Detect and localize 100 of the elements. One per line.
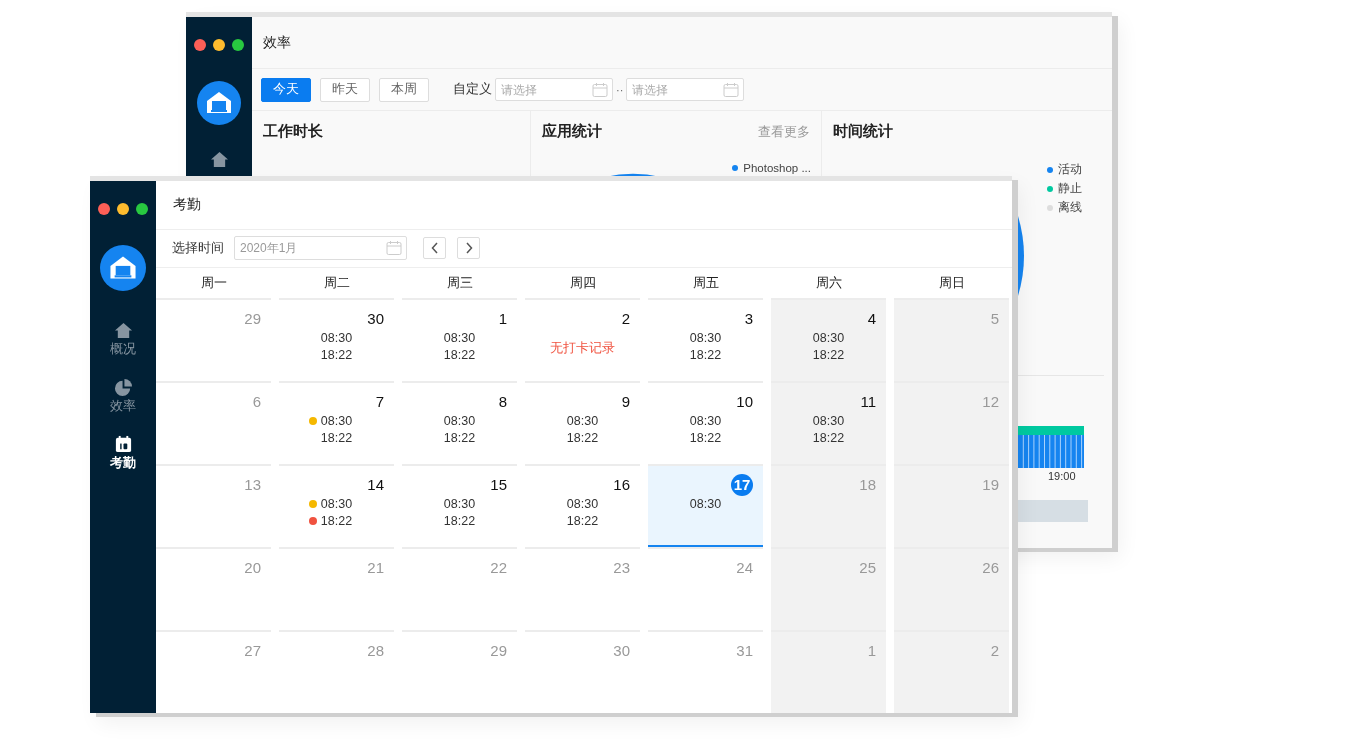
bar-chart-drawing (1018, 426, 1084, 468)
calendar-day-cell[interactable]: 31 (648, 630, 763, 713)
calendar-day-cell[interactable]: 4 08:30 18:22 (771, 298, 886, 381)
zoom-button[interactable] (232, 39, 244, 51)
punch-time: 18:22 (812, 431, 845, 445)
punch-time: 08:30 (566, 497, 599, 511)
panel-title: 应用统计 (542, 122, 602, 141)
punch-time: 18:22 (443, 348, 476, 362)
punch-time: 08:30 (443, 331, 476, 345)
chevron-left-icon (430, 242, 439, 255)
window-title: 效率 (263, 33, 291, 52)
day-number: 2 (620, 309, 630, 329)
calendar-day-cell[interactable]: 2 (894, 630, 1009, 713)
punch-time: 08:30 (443, 497, 476, 511)
legend-label: Photoshop ... (743, 162, 811, 174)
punch-time: 08:30 (812, 414, 845, 428)
day-number: 23 (612, 558, 630, 578)
sidebar-item[interactable]: 概况 (110, 321, 136, 358)
day-number: 29 (489, 641, 507, 661)
calendar-day-cell[interactable]: 25 (771, 547, 886, 630)
day-number: 5 (989, 309, 999, 329)
punch-time: 18:22 (443, 514, 476, 528)
pie-chart-icon (113, 378, 133, 397)
day-number: 26 (981, 558, 999, 578)
calendar-icon (386, 240, 402, 257)
range-button[interactable]: 今天 (261, 77, 311, 102)
calendar-day-cell[interactable]: 12 (894, 381, 1009, 464)
calendar-day-cell[interactable]: 18 (771, 464, 886, 547)
day-number: 21 (366, 558, 384, 578)
day-number: 8 (497, 392, 507, 412)
calendar-day-cell[interactable]: 28 (279, 630, 394, 713)
punch-time: 18:22 (566, 431, 599, 445)
day-number: 13 (243, 475, 261, 495)
punch-time: 08:30 (812, 331, 845, 345)
punch-time: 18:22 (320, 348, 353, 362)
range-button[interactable]: 本周 (379, 77, 429, 102)
minimize-button[interactable] (213, 39, 225, 51)
punch-time: 18:22 (566, 514, 599, 528)
day-number: 30 (366, 309, 384, 329)
calendar-day-cell[interactable]: 1 (771, 630, 886, 713)
day-number: 28 (366, 641, 384, 661)
day-number: 17 (731, 474, 753, 496)
day-number: 30 (612, 641, 630, 661)
weekday-header: 周一 (200, 274, 227, 292)
field-label: 选择时间 (172, 239, 224, 257)
sidebar-item[interactable]: 考勤 (110, 435, 136, 472)
home-icon[interactable] (209, 151, 229, 168)
month-field[interactable]: 2020年1月 (234, 236, 407, 261)
chart-scrollbar (1018, 500, 1088, 522)
logo-icon (100, 245, 146, 291)
calendar-day-cell[interactable]: 19 (894, 464, 1009, 547)
calendar-day-cell[interactable]: 27 (156, 630, 271, 713)
no-record-note: 无打卡记录 (550, 340, 615, 357)
calendar-day-cell[interactable]: 26 (894, 547, 1009, 630)
punch-time: 08:30 (443, 414, 476, 428)
day-number: 1 (497, 309, 507, 329)
previous-month-button[interactable] (423, 237, 446, 260)
punch-time: 08:30 (689, 497, 722, 511)
date-field[interactable]: 请选择 (495, 78, 613, 101)
day-number: 20 (243, 558, 261, 578)
calendar-day-cell[interactable]: 29 (402, 630, 517, 713)
close-button[interactable] (194, 39, 206, 51)
legend-label: 离线 (1058, 200, 1082, 215)
day-number: 31 (735, 641, 753, 661)
calendar-day-cell[interactable]: 5 (894, 298, 1009, 381)
punch-time: 08:30 (320, 414, 353, 428)
panel-title: 工作时长 (263, 122, 323, 141)
date-field[interactable]: 请选择 (626, 78, 745, 101)
calendar-day-cell[interactable]: 30 (525, 630, 640, 713)
punch-time: 08:30 (566, 414, 599, 428)
weekday-header: 周六 (815, 274, 842, 292)
legend-label: 活动 (1058, 162, 1082, 177)
day-number: 14 (366, 475, 384, 495)
minimize-button[interactable] (117, 203, 129, 215)
zoom-button[interactable] (136, 203, 148, 215)
calendar-day-cell[interactable]: 17 08:30 (648, 464, 763, 547)
sidebar-item[interactable]: 效率 (110, 378, 136, 415)
punch-time: 18:22 (689, 348, 722, 362)
range-button[interactable]: 昨天 (320, 77, 370, 102)
view-more-link[interactable]: 查看更多 (758, 122, 810, 141)
day-number: 6 (251, 392, 261, 412)
next-month-button[interactable] (457, 237, 480, 260)
day-number: 12 (981, 392, 999, 412)
legend-label: 静止 (1058, 181, 1082, 196)
day-number: 24 (735, 558, 753, 578)
logo-icon (197, 81, 241, 125)
close-button[interactable] (98, 203, 110, 215)
panel-title: 时间统计 (833, 122, 893, 141)
day-number: 19 (981, 475, 999, 495)
calendar-day-cell[interactable]: 11 08:30 18:22 (771, 381, 886, 464)
day-number: 27 (243, 641, 261, 661)
day-number: 22 (489, 558, 507, 578)
range-separator: ·· (616, 83, 624, 96)
punch-time: 18:22 (320, 431, 353, 445)
calendar-icon (113, 435, 133, 454)
punch-time: 18:22 (812, 348, 845, 362)
day-number: 10 (735, 392, 753, 412)
weekday-header: 周二 (323, 274, 350, 292)
calendar-icon (592, 81, 608, 98)
day-number: 9 (620, 392, 630, 412)
